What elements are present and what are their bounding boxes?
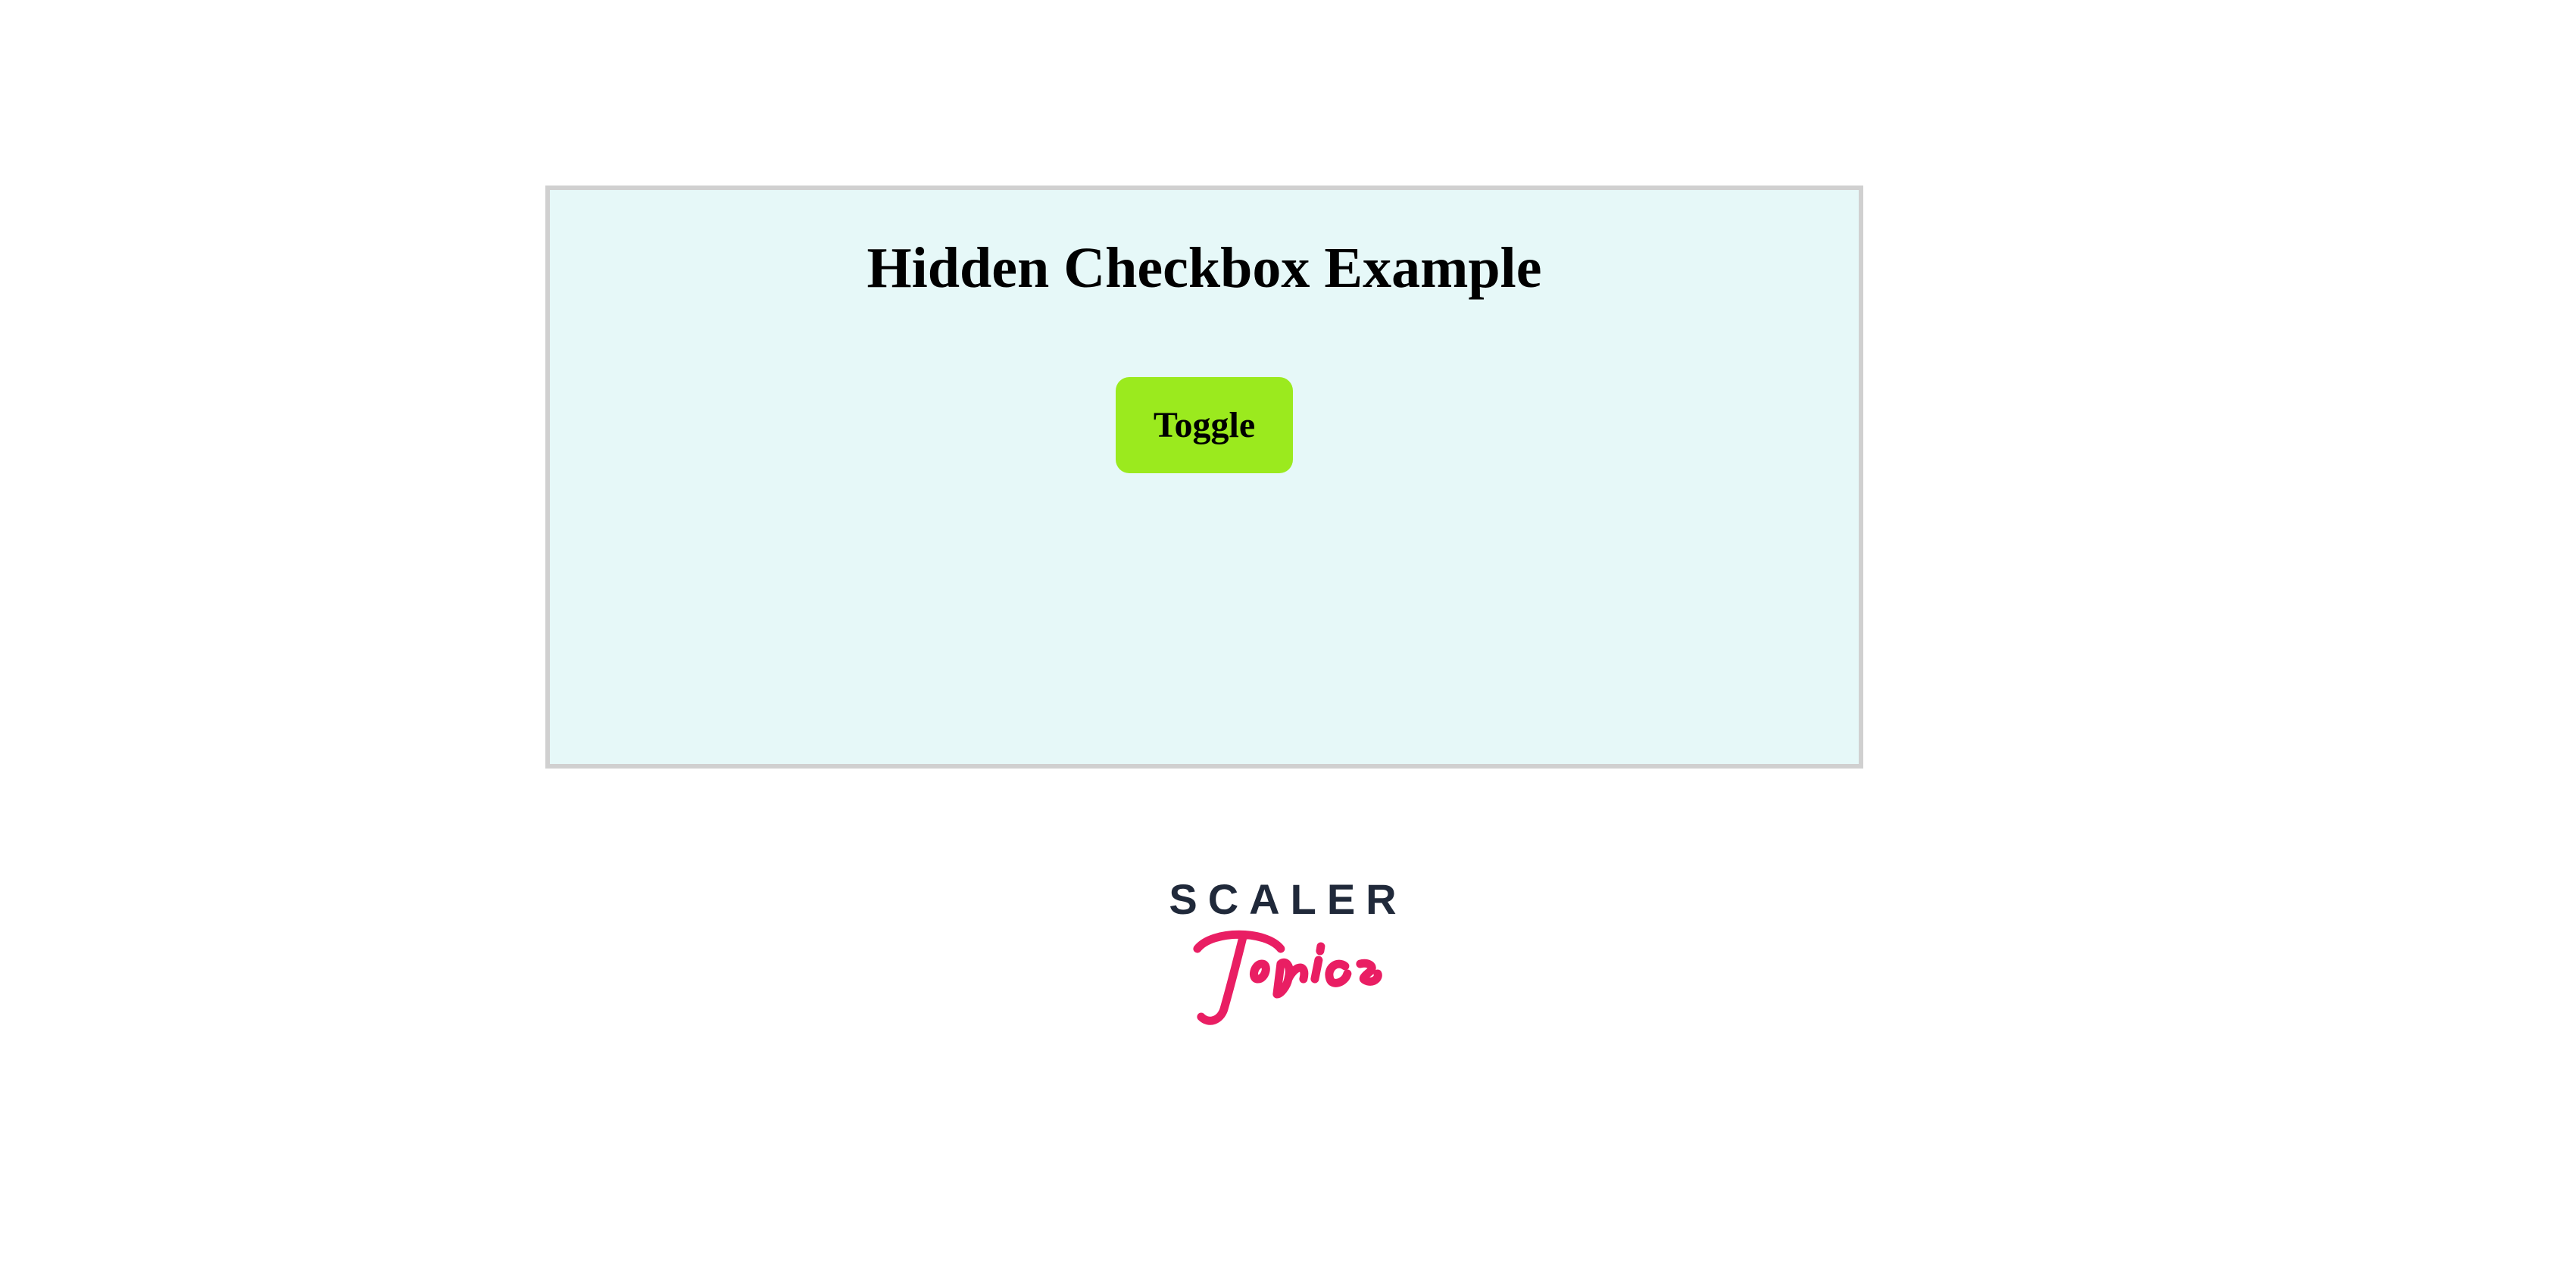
scaler-logo-text: SCALER bbox=[1169, 878, 1407, 921]
toggle-button[interactable]: Toggle bbox=[1116, 377, 1293, 473]
example-panel: Hidden Checkbox Example Toggle bbox=[545, 186, 1863, 769]
topics-logo-script bbox=[1174, 907, 1401, 1028]
scaler-topics-logo: SCALER bbox=[1169, 878, 1407, 1028]
example-heading: Hidden Checkbox Example bbox=[550, 235, 1859, 301]
